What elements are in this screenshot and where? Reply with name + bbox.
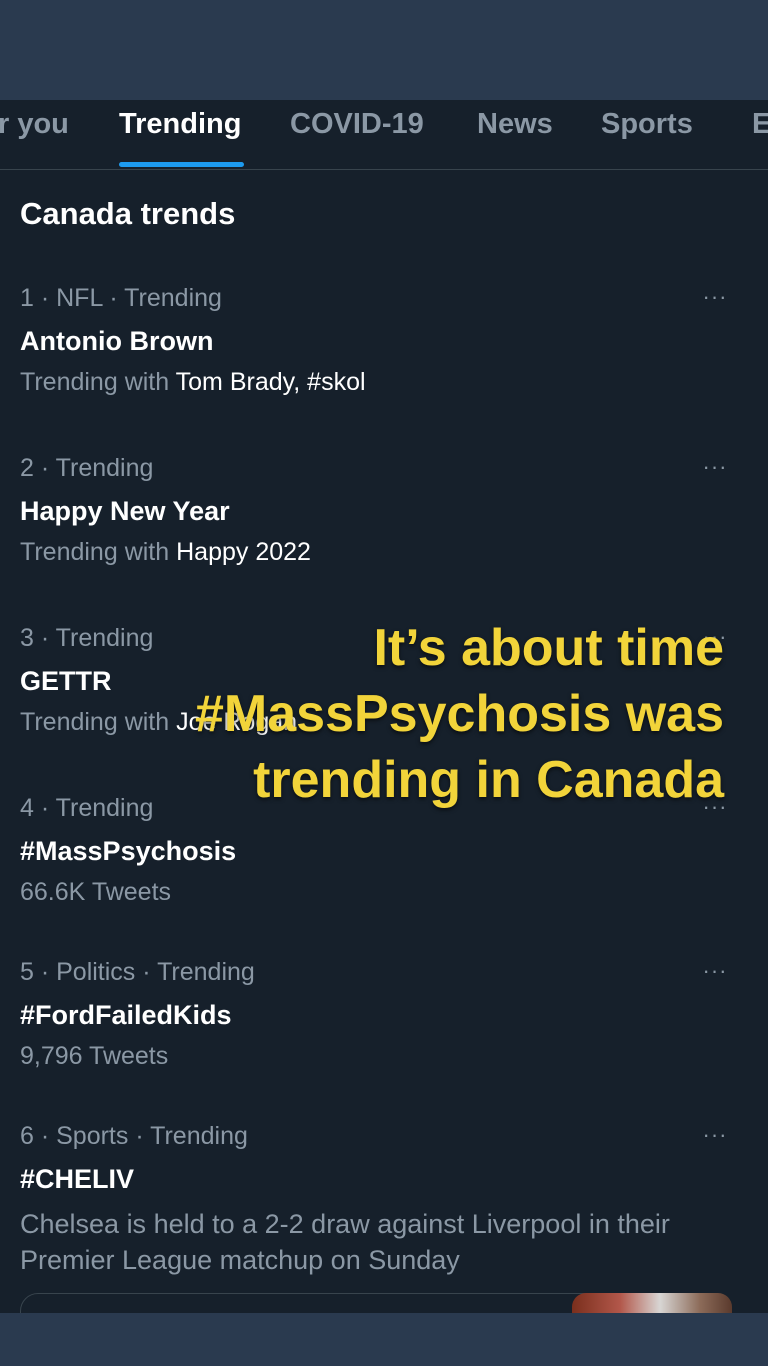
caption-line: #MassPsychosis was: [195, 685, 724, 743]
trend-name: GETTR: [20, 666, 112, 696]
trend-context-topics: Happy 2022: [176, 538, 311, 566]
tab-trending[interactable]: Trending: [119, 108, 241, 141]
trend-context-label: Trending with: [20, 368, 170, 396]
trend-context: Trending with Tom Brady, #skol: [20, 368, 366, 397]
more-options-icon[interactable]: ···: [698, 454, 732, 479]
trend-context: Trending with Happy 2022: [20, 538, 311, 567]
more-options-icon[interactable]: ···: [698, 284, 732, 309]
trend-name: #FordFailedKids: [20, 1000, 232, 1030]
trend-name: Happy New Year: [20, 496, 230, 526]
trend-description: Chelsea is held to a 2-2 draw against Li…: [20, 1209, 670, 1275]
trend-meta: 2 · Trending: [20, 454, 154, 482]
tab-sports[interactable]: Sports: [601, 108, 693, 141]
trend-item[interactable]: 2 · Trending Happy New Year Trending wit…: [0, 454, 768, 574]
trend-name: #MassPsychosis: [20, 836, 237, 866]
news-card-thumbnail: [572, 1293, 732, 1313]
tweet-count: 66.6K Tweets: [20, 878, 172, 906]
trend-name: #CHELIV: [20, 1164, 135, 1194]
bottom-bar-area: [0, 1313, 768, 1366]
trend-item[interactable]: 5 · Politics · Trending #FordFailedKids …: [0, 958, 768, 1078]
tab-entertainment[interactable]: E: [752, 108, 768, 141]
explore-page: r you Trending COVID-19 News Sports E Ca…: [0, 100, 768, 1313]
trend-meta: 5 · Politics · Trending: [20, 958, 255, 986]
explore-tabs: r you Trending COVID-19 News Sports E: [0, 100, 768, 170]
trend-context-label: Trending with: [20, 538, 170, 566]
active-tab-indicator: [119, 162, 244, 167]
caption-line: trending in Canada: [253, 751, 724, 809]
trend-item[interactable]: 6 · Sports · Trending #CHELIV Chelsea is…: [0, 1122, 768, 1282]
trend-name: Antonio Brown: [20, 326, 214, 356]
status-bar-area: [0, 0, 768, 100]
trend-item[interactable]: 1 · NFL · Trending Antonio Brown Trendin…: [0, 284, 768, 404]
tab-for-you[interactable]: r you: [0, 108, 69, 141]
section-title: Canada trends: [20, 196, 236, 231]
tab-news[interactable]: News: [477, 108, 553, 141]
tweet-count: 9,796 Tweets: [20, 1042, 169, 1070]
tab-covid-19[interactable]: COVID-19: [290, 108, 424, 141]
trend-context-topics: Tom Brady, #skol: [175, 368, 366, 396]
trend-meta: 1 · NFL · Trending: [20, 284, 222, 312]
more-options-icon[interactable]: ···: [698, 1122, 732, 1147]
trend-meta: 6 · Sports · Trending: [20, 1122, 248, 1150]
more-options-icon[interactable]: ···: [698, 958, 732, 983]
caption-overlay: It’s about time #MassPsychosis was trend…: [104, 615, 724, 813]
caption-line: It’s about time: [373, 619, 724, 677]
